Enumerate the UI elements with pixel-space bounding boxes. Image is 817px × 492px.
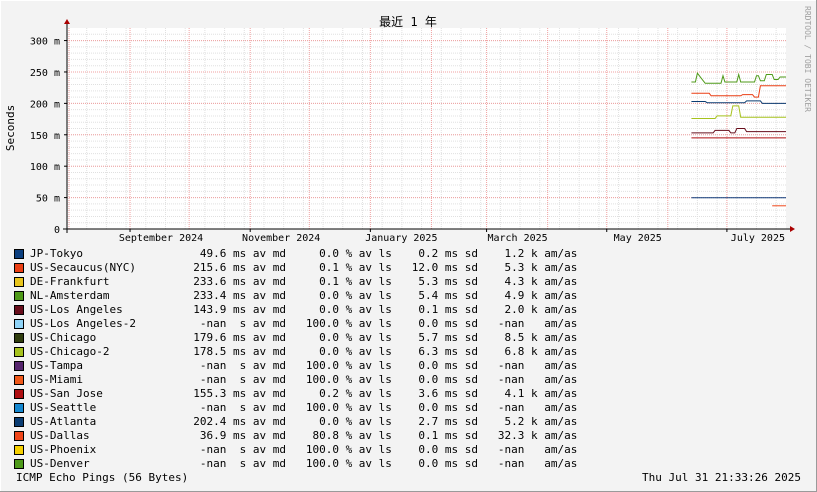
x-tick-label: July 2025 [731,233,785,244]
legend-swatch [14,333,24,343]
legend-stats: 49.6 ms av md 0.0 % av ls 0.2 ms sd 1.2 … [180,247,578,260]
x-tick-label: September 2024 [119,233,203,244]
legend-swatch [14,445,24,455]
x-tick-label: March 2025 [487,233,547,244]
y-tick-label: 200 m [30,99,60,110]
legend-series-name: US-Los Angeles [30,303,123,316]
x-tick-label: November 2024 [242,233,320,244]
legend-stats: 178.5 ms av md 0.0 % av ls 6.3 ms sd 6.8… [180,345,578,358]
legend-swatch [14,361,24,371]
legend-series-name: US-San Jose [30,387,103,400]
y-axis-label: Seconds [4,105,17,151]
legend-series-name: US-Los Angeles-2 [30,317,136,330]
rrd-graph: 0 50 m 100 m 150 m 200 m 250 m 300 m September… [0,0,817,492]
footer-description: ICMP Echo Pings (56 Bytes) [16,471,189,484]
legend-series-name: NL-Amsterdam [30,289,110,302]
x-tick-label: May 2025 [614,233,662,244]
chart-title: 最近 1 年 [379,15,437,29]
legend-stats: -nan s av md 100.0 % av ls 0.0 ms sd -na… [180,317,578,330]
legend-series-name: US-Secaucus(NYC) [30,261,136,274]
legend-stats: 36.9 ms av md 80.8 % av ls 0.1 ms sd 32.… [180,429,578,442]
legend-series-name: US-Denver [30,457,90,470]
y-tick-label: 300 m [30,37,60,48]
legend-swatch [14,305,24,315]
y-tick-label: 100 m [30,162,60,173]
legend-series-name: US-Chicago [30,331,97,344]
legend-stats: -nan s av md 100.0 % av ls 0.0 ms sd -na… [180,359,578,372]
legend-stats: 233.4 ms av md 0.0 % av ls 5.4 ms sd 4.9… [180,289,578,302]
legend-swatch [14,403,24,413]
legend-series-name: JP-Tokyo [30,247,83,260]
legend-swatch [14,417,24,427]
legend-stats: -nan s av md 100.0 % av ls 0.0 ms sd -na… [180,443,578,456]
footer-timestamp: Thu Jul 31 21:33:26 2025 [642,471,801,484]
legend-stats: -nan s av md 100.0 % av ls 0.0 ms sd -na… [180,401,578,414]
legend-stats: 143.9 ms av md 0.0 % av ls 0.1 ms sd 2.0… [180,303,578,316]
legend-swatch [14,389,24,399]
legend-series-name: DE-Frankfurt [30,275,110,288]
legend-series-name: US-Seattle [30,401,97,414]
y-tick-label: 50 m [36,194,60,205]
legend-stats: -nan s av md 100.0 % av ls 0.0 ms sd -na… [180,457,578,470]
legend-series-name: US-Atlanta [30,415,97,428]
legend-series-name: US-Phoenix [30,443,97,456]
y-tick-label: 250 m [30,68,60,79]
legend-stats: 233.6 ms av md 0.1 % av ls 5.3 ms sd 4.3… [180,275,578,288]
x-axis-ticks: September 2024 November 2024 January 2025 M… [119,229,785,244]
legend-stats: 202.4 ms av md 0.0 % av ls 2.7 ms sd 5.2… [180,415,578,428]
legend-swatch [14,375,24,385]
legend-series-name: US-Dallas [30,429,90,442]
y-tick-label: 150 m [30,131,60,142]
legend-swatch [14,459,24,469]
x-axis-arrow [790,226,795,232]
legend-swatch [14,347,24,357]
legend-series-name: US-Miami [30,373,83,386]
legend-swatch [14,277,24,287]
legend-stats: 179.6 ms av md 0.0 % av ls 5.7 ms sd 8.5… [180,331,578,344]
legend-swatch [14,319,24,329]
legend-swatch [14,291,24,301]
legend-swatch [14,431,24,441]
y-tick-label: 0 [54,225,60,236]
watermark: RRDTOOL / TOBI OETIKER [803,6,812,112]
y-axis-arrow [64,19,70,24]
x-tick-label: January 2025 [365,233,437,244]
legend-stats: 215.6 ms av md 0.1 % av ls 12.0 ms sd 5.… [180,261,578,274]
legend-series-name: US-Chicago-2 [30,345,110,358]
legend-stats: -nan s av md 100.0 % av ls 0.0 ms sd -na… [180,373,578,386]
legend-series-name: US-Tampa [30,359,83,372]
legend-swatch [14,263,24,273]
y-axis-ticks: 0 50 m 100 m 150 m 200 m 250 m 300 m [30,37,67,236]
legend-swatch [14,249,24,259]
legend-stats: 155.3 ms av md 0.2 % av ls 3.6 ms sd 4.1… [180,387,578,400]
